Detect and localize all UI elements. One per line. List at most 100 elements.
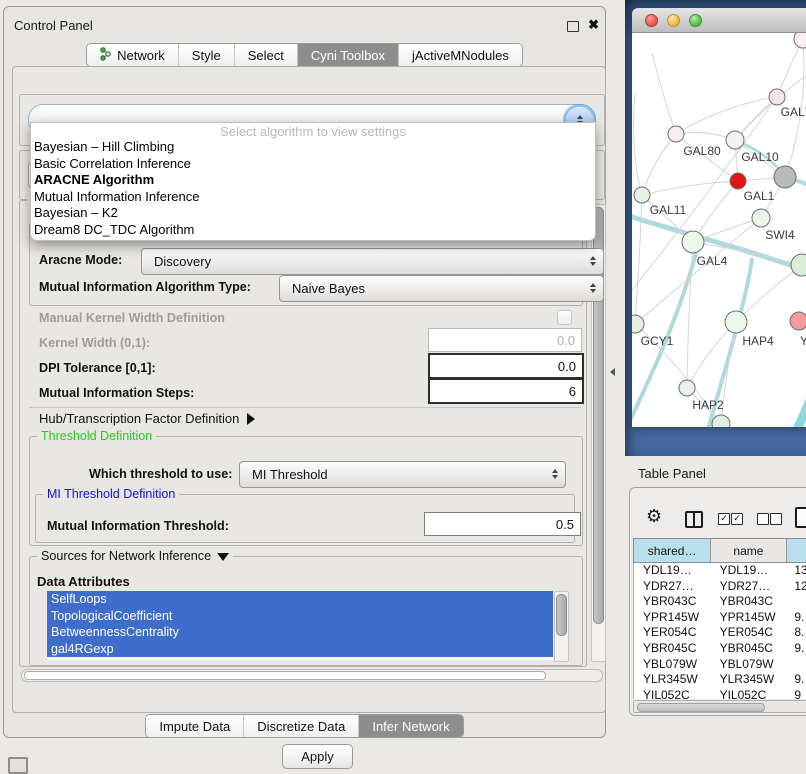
network-window-titlebar[interactable]: [632, 8, 806, 33]
mi-steps-field[interactable]: 6: [428, 378, 584, 404]
network-node-hap4[interactable]: [725, 311, 747, 333]
algorithm-option-aracne-algorithm[interactable]: ARACNE Algorithm: [31, 172, 595, 189]
algorithm-option-basic-correlation-inference[interactable]: Basic Correlation Inference: [31, 156, 595, 173]
table-row[interactable]: YLR345WYLR345W9.: [634, 672, 806, 688]
tab-label: Style: [192, 48, 221, 63]
panel-splitter-handle[interactable]: [610, 368, 615, 376]
table-cell: 13: [785, 563, 806, 579]
column-header-shared[interactable]: shared…: [634, 539, 711, 562]
table-row[interactable]: YDL19…YDL19…13: [634, 563, 806, 579]
bottom-left-panel-icon[interactable]: [8, 757, 28, 774]
manual-kernel-label: Manual Kernel Width Definition: [39, 311, 225, 325]
algorithm-option-bayesian-hill-climbing[interactable]: Bayesian – Hill Climbing: [31, 139, 595, 156]
close-panel-icon[interactable]: ✖: [588, 17, 599, 33]
attribute-item-topologicalcoefficient[interactable]: TopologicalCoefficient: [47, 608, 553, 625]
data-attributes-list[interactable]: SelfLoopsTopologicalCoefficientBetweenne…: [47, 591, 553, 660]
table-panel-title: Table Panel: [638, 466, 706, 481]
network-canvas[interactable]: GAL7GAL80GAL10GAL1GAL11SWI4GAL4GCY1HAP4Y…: [632, 33, 806, 427]
network-edge: [652, 53, 676, 134]
dpi-tolerance-field[interactable]: 0.0: [428, 353, 584, 379]
attributes-scrollbar-thumb[interactable]: [556, 594, 567, 636]
which-threshold-combo[interactable]: MI Threshold: [239, 461, 566, 488]
table-cell: YIL052C: [634, 688, 711, 699]
table-row[interactable]: YPR145WYPR145W9.: [634, 610, 806, 626]
network-node-gal7[interactable]: [769, 89, 785, 105]
tab-network[interactable]: Network: [87, 44, 178, 66]
algorithm-option-bayesian-k2[interactable]: Bayesian – K2: [31, 205, 595, 222]
node-table: shared…nameA YDL19…YDL19…13YDR27…YDR27…1…: [633, 538, 806, 699]
network-node[interactable]: [791, 254, 806, 276]
settings-hscrollbar-thumb[interactable]: [24, 671, 546, 680]
tab-select[interactable]: Select: [234, 44, 297, 66]
kernel-width-field[interactable]: 0.0: [428, 328, 582, 352]
table-cell: YIL052C: [711, 688, 786, 699]
table-cell: YBR045C: [711, 641, 786, 657]
attributes-list-scrollbar[interactable]: [554, 591, 569, 662]
table-row[interactable]: YBR045CYBR045C9.: [634, 641, 806, 657]
tab-infer-network[interactable]: Infer Network: [358, 715, 462, 737]
section-divider: [29, 407, 581, 408]
table-cell: YBL079W: [711, 657, 786, 673]
table-row[interactable]: YBR043CYBR043C: [634, 594, 806, 610]
table-hscrollbar-thumb[interactable]: [637, 703, 765, 712]
gear-icon[interactable]: ⚙: [646, 507, 662, 525]
checked-checkbox-icon-2[interactable]: ✓: [731, 513, 743, 525]
checked-checkbox-icon-1[interactable]: ✓: [718, 513, 730, 525]
network-node-gal4[interactable]: [682, 231, 704, 253]
tab-impute-data[interactable]: Impute Data: [146, 715, 243, 737]
new-table-icon[interactable]: [795, 507, 806, 528]
tab-discretize-data[interactable]: Discretize Data: [243, 715, 358, 737]
aracne-mode-combo[interactable]: Discovery: [141, 248, 604, 275]
tab-style[interactable]: Style: [178, 44, 234, 66]
network-node[interactable]: [794, 33, 806, 48]
table-horizontal-scrollbar[interactable]: [633, 700, 806, 713]
attribute-item-betweennesscentrality[interactable]: BetweennessCentrality: [47, 624, 553, 641]
algorithm-option-dream8-dc-tdc-algorithm[interactable]: Dream8 DC_TDC Algorithm: [31, 222, 595, 239]
apply-button[interactable]: Apply: [282, 744, 353, 769]
table-row[interactable]: YIL052CYIL052C9: [634, 688, 806, 699]
table-cell: [785, 594, 806, 610]
network-node-gal11[interactable]: [634, 187, 650, 203]
table-cell: YBR043C: [711, 594, 786, 610]
network-node-swi4[interactable]: [752, 209, 770, 227]
hub-definition-section[interactable]: Hub/Transcription Factor Definition: [39, 411, 255, 426]
mi-threshold-field[interactable]: 0.5: [424, 512, 581, 536]
network-node-gal10[interactable]: [726, 131, 744, 149]
close-window-icon[interactable]: [645, 14, 658, 27]
table-cell: 12: [785, 579, 806, 595]
attribute-item-gal4rgexp[interactable]: gal4RGexp: [47, 641, 553, 658]
expand-right-icon[interactable]: [247, 413, 255, 425]
unchecked-checkbox-icon-2[interactable]: [770, 513, 782, 525]
network-graph-icon: [100, 47, 112, 64]
tab-label: Impute Data: [159, 719, 230, 734]
minimize-window-icon[interactable]: [667, 14, 680, 27]
control-panel-window: Control Panel ✖ NetworkStyleSelectCyni T…: [3, 6, 606, 738]
network-node[interactable]: [774, 166, 796, 188]
algorithm-option-mutual-information-inference[interactable]: Mutual Information Inference: [31, 189, 595, 206]
table-row[interactable]: YER054CYER054C8.: [634, 625, 806, 641]
tab-cyni-toolbox[interactable]: Cyni Toolbox: [297, 44, 398, 66]
table-row[interactable]: YDR27…YDR27…12: [634, 579, 806, 595]
unchecked-checkbox-icon-1[interactable]: [757, 513, 769, 525]
network-node-gal1[interactable]: [730, 173, 746, 189]
mi-type-combo[interactable]: Naive Bayes: [279, 275, 604, 302]
table-row[interactable]: YBL079WYBL079W: [634, 657, 806, 673]
network-node-y[interactable]: [790, 312, 806, 330]
column-header-name[interactable]: name: [711, 539, 786, 562]
network-node-gal80[interactable]: [668, 126, 684, 142]
settings-horizontal-scrollbar[interactable]: [21, 669, 603, 682]
tab-label: jActiveMNodules: [412, 48, 509, 63]
tab-jactivemnodules[interactable]: jActiveMNodules: [398, 44, 522, 66]
network-node-hap2[interactable]: [679, 380, 695, 396]
column-header-a[interactable]: A: [787, 539, 806, 562]
split-columns-icon[interactable]: [685, 511, 703, 528]
attribute-item-selfloops[interactable]: SelfLoops: [47, 591, 553, 608]
expand-down-icon[interactable]: [217, 553, 229, 561]
zoom-window-icon[interactable]: [689, 14, 702, 27]
cyni-toolbox-content: gal-filtered sif default node Select alg…: [12, 66, 606, 713]
manual-kernel-checkbox[interactable]: [557, 310, 572, 325]
node-label: SWI4: [765, 228, 795, 242]
float-panel-icon[interactable]: [567, 21, 579, 32]
tab-label: Cyni Toolbox: [311, 48, 385, 63]
table-cell: YER054C: [634, 625, 711, 641]
